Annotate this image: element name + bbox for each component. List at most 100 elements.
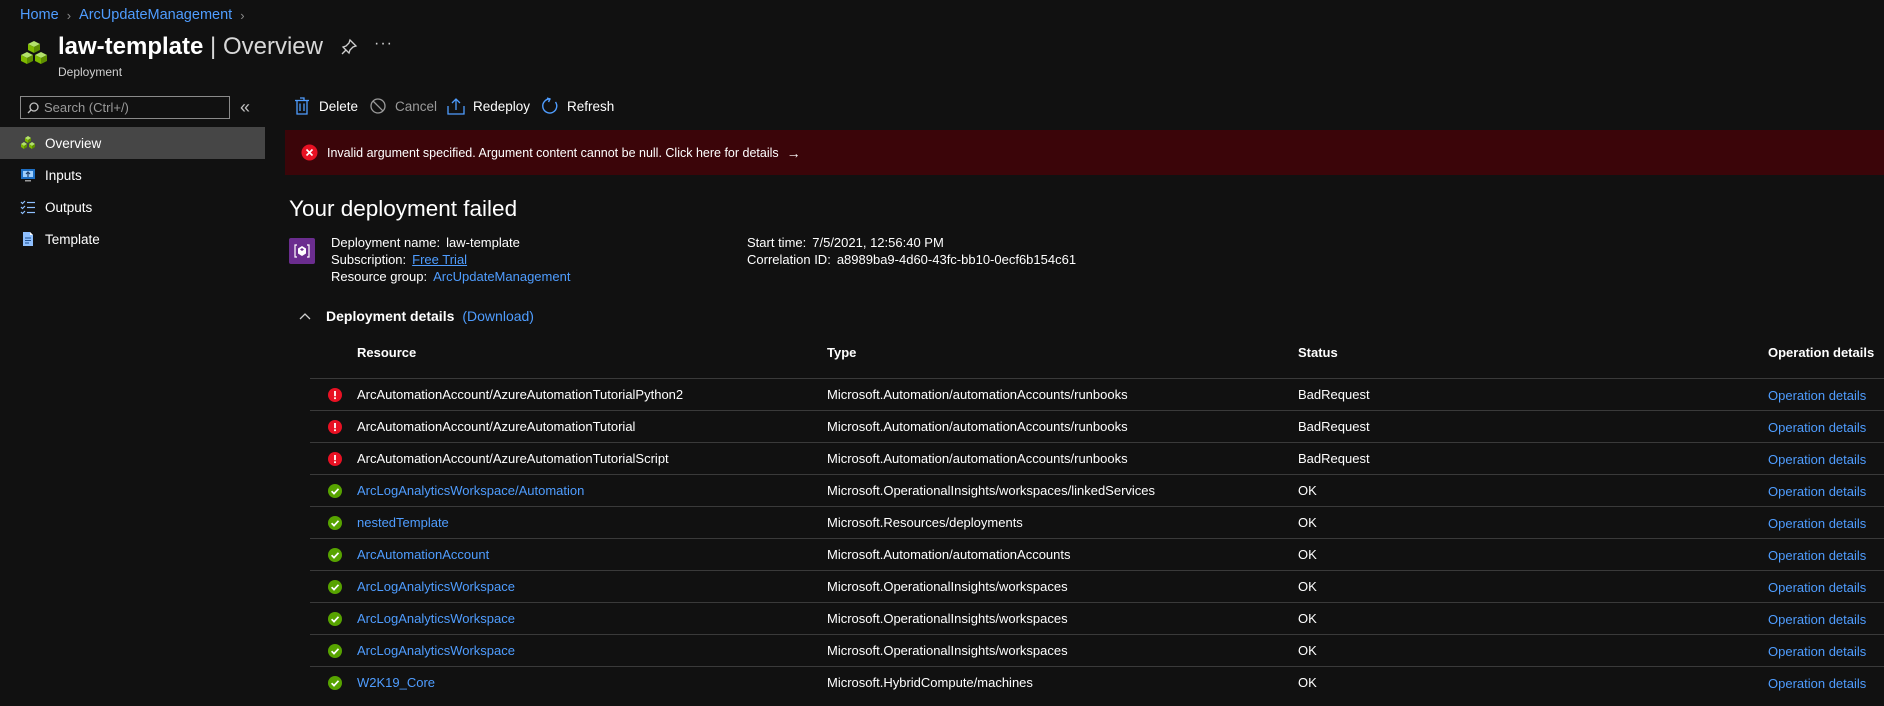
deployment-name-value: law-template — [446, 235, 520, 250]
success-check-icon — [328, 676, 342, 690]
table-row: W2K19_Core Microsoft.HybridCompute/machin… — [310, 666, 1884, 698]
download-link[interactable]: (Download) — [462, 308, 534, 324]
status-cell: BadRequest — [1298, 419, 1370, 434]
status-cell: OK — [1298, 579, 1317, 594]
error-status-icon — [328, 420, 342, 434]
resource-cell[interactable]: ArcLogAnalyticsWorkspace — [357, 579, 515, 594]
refresh-icon — [541, 97, 559, 115]
error-circle-icon — [301, 144, 318, 161]
sidebar-item-inputs[interactable]: Inputs — [0, 159, 265, 191]
type-cell: Microsoft.Resources/deployments — [827, 515, 1023, 530]
operation-details-link[interactable]: Operation details — [1768, 388, 1866, 403]
status-cell: OK — [1298, 643, 1317, 658]
breadcrumb: Home › ArcUpdateManagement › — [20, 6, 253, 24]
resource-group-link[interactable]: ArcUpdateManagement — [433, 269, 570, 284]
resource-cell[interactable]: ArcLogAnalyticsWorkspace — [357, 643, 515, 658]
operation-details-link[interactable]: Operation details — [1768, 612, 1866, 627]
table-row: ArcAutomationAccount Microsoft.Automation… — [310, 538, 1884, 570]
delete-button[interactable]: Delete — [293, 96, 358, 116]
redeploy-label: Redeploy — [473, 98, 531, 114]
breadcrumb-parent-link[interactable]: ArcUpdateManagement — [79, 7, 232, 23]
chevron-up-icon — [299, 313, 311, 320]
resource-cell: ArcAutomationAccount/AzureAutomationTuto… — [357, 419, 636, 434]
column-header-status[interactable]: Status — [1298, 345, 1338, 360]
type-cell: Microsoft.Automation/automationAccounts/… — [827, 451, 1128, 466]
column-header-type[interactable]: Type — [827, 345, 856, 360]
column-header-resource[interactable]: Resource — [357, 345, 416, 360]
error-message: Invalid argument specified. Argument con… — [327, 145, 779, 160]
operation-details-link[interactable]: Operation details — [1768, 516, 1866, 531]
pin-icon[interactable] — [340, 38, 358, 56]
status-cell: OK — [1298, 483, 1317, 498]
template-icon — [20, 231, 36, 247]
resource-cell: ArcAutomationAccount/AzureAutomationTuto… — [357, 387, 684, 402]
type-cell: Microsoft.OperationalInsights/workspaces… — [827, 483, 1156, 498]
type-cell: Microsoft.OperationalInsights/workspaces — [827, 579, 1068, 594]
operation-details-link[interactable]: Operation details — [1768, 420, 1866, 435]
table-row: ArcLogAnalyticsWorkspace Microsoft.Operat… — [310, 570, 1884, 602]
type-cell: Microsoft.Automation/automationAccounts/… — [827, 387, 1128, 402]
operation-details-link[interactable]: Operation details — [1768, 676, 1866, 691]
chevron-right-icon: › — [66, 7, 72, 23]
outputs-icon — [20, 199, 36, 215]
operation-details-link[interactable]: Operation details — [1768, 548, 1866, 563]
cancel-button[interactable]: Cancel — [369, 96, 437, 116]
breadcrumb-home-link[interactable]: Home — [20, 7, 59, 23]
cancel-icon — [369, 97, 387, 115]
type-cell: Microsoft.Automation/automationAccounts — [827, 547, 1071, 562]
error-status-icon — [328, 452, 342, 466]
redeploy-button[interactable]: Redeploy — [447, 96, 530, 116]
success-check-icon — [328, 644, 342, 658]
sidebar-item-label: Outputs — [45, 199, 93, 215]
resource-cell[interactable]: ArcLogAnalyticsWorkspace — [357, 611, 515, 626]
arrow-right-icon: → — [786, 144, 801, 161]
status-cell: OK — [1298, 611, 1317, 626]
correlation-id-value: a8989ba9-4d60-43fc-bb10-0ecf6b154c61 — [836, 252, 1077, 267]
more-options-icon[interactable]: ··· — [374, 36, 392, 56]
sidebar-item-label: Inputs — [45, 167, 82, 183]
error-status-icon — [328, 388, 342, 402]
success-check-icon — [328, 484, 342, 498]
operation-details-link[interactable]: Operation details — [1768, 644, 1866, 659]
subscription-link[interactable]: Free Trial — [412, 252, 467, 267]
cancel-label: Cancel — [395, 98, 438, 114]
operation-details-link[interactable]: Operation details — [1768, 580, 1866, 595]
error-banner[interactable]: Invalid argument specified. Argument con… — [285, 130, 1884, 175]
sidebar-item-overview[interactable]: Overview — [0, 127, 265, 159]
start-time-line: Start time: 7/5/2021, 12:56:40 PM — [747, 235, 944, 250]
resource-cell[interactable]: nestedTemplate — [357, 515, 449, 530]
start-time-value: 7/5/2021, 12:56:40 PM — [812, 235, 944, 250]
deployment-details-toggle[interactable]: Deployment details (Download) — [298, 308, 534, 324]
column-header-operation-details[interactable]: Operation details — [1768, 345, 1874, 360]
resource-group-line: Resource group: ArcUpdateManagement — [331, 269, 571, 284]
collapse-sidebar-icon[interactable]: « — [240, 98, 256, 116]
success-check-icon — [328, 548, 342, 562]
sidebar-item-outputs[interactable]: Outputs — [0, 191, 265, 223]
operation-details-link[interactable]: Operation details — [1768, 452, 1866, 467]
sidebar-item-label: Overview — [45, 135, 102, 151]
table-row: ArcLogAnalyticsWorkspace Microsoft.Operat… — [310, 602, 1884, 634]
sidebar-item-template[interactable]: Template — [0, 223, 265, 255]
resource-cell: ArcAutomationAccount/AzureAutomationTuto… — [357, 451, 669, 466]
search-box[interactable] — [20, 96, 230, 119]
success-check-icon — [328, 580, 342, 594]
type-cell: Microsoft.Automation/automationAccounts/… — [827, 419, 1128, 434]
resource-cell[interactable]: ArcLogAnalyticsWorkspace/Automation — [357, 483, 584, 498]
deployment-name-line: Deployment name: law-template — [331, 235, 520, 250]
subscription-line: Subscription: Free Trial — [331, 252, 468, 267]
table-row: nestedTemplate Microsoft.Resources/deploy… — [310, 506, 1884, 538]
resource-name: law-template — [58, 33, 204, 60]
overview-icon — [20, 135, 36, 151]
search-input[interactable] — [44, 100, 214, 115]
search-icon — [27, 101, 39, 113]
inputs-icon — [20, 167, 36, 183]
resource-cell[interactable]: W2K19_Core — [357, 675, 435, 690]
resource-cell[interactable]: ArcAutomationAccount — [357, 547, 489, 562]
refresh-button[interactable]: Refresh — [541, 96, 614, 116]
type-cell: Microsoft.HybridCompute/machines — [827, 675, 1033, 690]
table-row: ArcAutomationAccount/AzureAutomationTuto… — [310, 378, 1884, 410]
refresh-label: Refresh — [567, 98, 615, 114]
status-cell: OK — [1298, 547, 1317, 562]
trash-icon — [293, 97, 311, 115]
operation-details-link[interactable]: Operation details — [1768, 484, 1866, 499]
